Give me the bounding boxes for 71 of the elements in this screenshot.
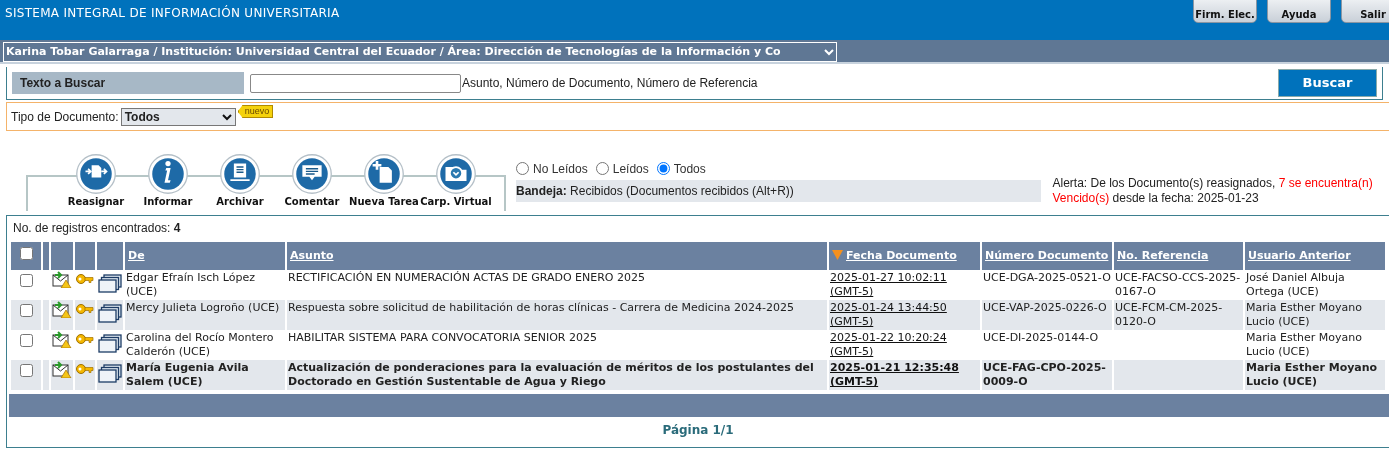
- key-icon[interactable]: [76, 303, 94, 315]
- row-checkbox[interactable]: [19, 334, 33, 347]
- search-button[interactable]: Buscar: [1278, 69, 1377, 97]
- table-cell: Edgar Efraín Isch López (UCE): [126, 271, 255, 298]
- toolbar-button[interactable]: Archivar: [204, 153, 276, 209]
- filter-radio[interactable]: [516, 162, 529, 175]
- toolbar-button[interactable]: Informar: [132, 153, 204, 209]
- mail-warning-icon[interactable]: [52, 301, 72, 318]
- windows-icon[interactable]: [98, 304, 122, 324]
- filter-label: Todos: [673, 160, 706, 178]
- table-cell: UCE-FAG-CPO-2025-0009-O: [983, 361, 1106, 388]
- chevron-down-icon: [221, 112, 232, 121]
- filter-radio[interactable]: [656, 162, 670, 175]
- table-cell: Maria Esther Moyano Lucio (UCE): [1246, 361, 1378, 388]
- context-select[interactable]: Karina Tobar Galarraga / Institución: Universidad Central del Ecuador / Área: Dirección de Tecnologías de la Información y Co: [3, 42, 837, 62]
- date-link[interactable]: 2025-01-27 10:02:11 (GMT-5): [830, 271, 979, 299]
- row-checkbox[interactable]: [19, 304, 33, 317]
- search-hint: Asunto, Número de Documento, Número de Referencia: [462, 75, 758, 92]
- row-checkbox[interactable]: [19, 364, 33, 377]
- table-cell: Actualización de ponderaciones para la evaluación de méritos de los postulantes del Doctorado en Gestión Sustentable de Agua y Riego: [288, 361, 814, 388]
- table-cell: UCE-FCM-CM-2025-0120-O: [1115, 301, 1223, 328]
- date-link[interactable]: 2025-01-21 12:35:48 (GMT-5): [830, 361, 979, 389]
- table-cell: UCE-DGA-2025-0521-O: [983, 271, 1111, 284]
- toolbar-button[interactable]: Nueva Tarea: [348, 153, 420, 209]
- table-cell: UCE-FACSO-CCS-2025-0167-O: [1115, 271, 1241, 298]
- table-cell: UCE-DI-2025-0144-O: [983, 331, 1099, 344]
- search-field[interactable]: [250, 73, 461, 93]
- header-button[interactable]: Firm. Elec.: [1193, 0, 1257, 23]
- mail-warning-icon[interactable]: [52, 331, 72, 348]
- date-link[interactable]: 2025-01-22 10:20:24 (GMT-5): [830, 331, 979, 359]
- new-badge: nuevo: [237, 105, 274, 118]
- toolbar-button[interactable]: Reasignar: [60, 153, 132, 209]
- key-icon[interactable]: [76, 273, 94, 285]
- toolbar-button[interactable]: Carp. Virtual: [420, 153, 492, 209]
- alert-message: Alerta: De los Documento(s) reasignados, 7 se encuentra(n) Vencido(s) desde la fecha: 2025-01-23: [1052, 176, 1374, 207]
- table-cell: Respuesta sobre solicitud de habilitación de horas clínicas - Carrera de Medicina 2024-2025: [288, 301, 795, 314]
- date-link[interactable]: 2025-01-24 13:44:50 (GMT-5): [830, 301, 979, 329]
- key-icon[interactable]: [76, 363, 94, 375]
- table-cell: Maria Esther Moyano Lucio (UCE): [1246, 301, 1362, 328]
- windows-icon[interactable]: [98, 364, 122, 384]
- table-cell: Mercy Julieta Logroño (UCE): [126, 301, 280, 314]
- table-cell: Maria Esther Moyano Lucio (UCE): [1246, 331, 1362, 358]
- column-header[interactable]: Asunto: [290, 248, 334, 262]
- filter-radio[interactable]: [595, 162, 609, 175]
- mail-warning-icon[interactable]: [52, 361, 72, 378]
- column-header[interactable]: De: [128, 248, 145, 262]
- app-title: SISTEMA INTEGRAL DE INFORMACIÓN UNIVERSITARIA: [5, 4, 340, 22]
- table-cell: Carolina del Rocío Montero Calderón (UCE): [126, 331, 274, 358]
- key-icon[interactable]: [76, 333, 94, 345]
- doc-type-select[interactable]: Todos: [120, 107, 236, 126]
- windows-icon[interactable]: [98, 274, 122, 294]
- filter-label: No Leídos: [533, 160, 588, 178]
- mail-warning-icon[interactable]: [52, 271, 72, 288]
- search-label: Texto a Buscar: [12, 72, 244, 94]
- table-cell: María Eugenia Avila Salem (UCE): [126, 361, 249, 388]
- doc-type-label: Tipo de Documento:: [11, 108, 119, 126]
- table-cell: HABILITAR SISTEMA PARA CONVOCATORIA SENIOR 2025: [288, 331, 597, 344]
- toolbar-button[interactable]: Comentar: [276, 153, 348, 209]
- row-checkbox[interactable]: [19, 274, 33, 287]
- record-count: No. de registros encontrados: 4: [12, 220, 182, 237]
- tray-label: Bandeja: Recibidos (Documentos recibidos (Alt+R)): [516, 180, 1041, 202]
- filter-label: Leídos: [612, 160, 649, 178]
- table-cell: José Daniel Albuja Ortega (UCE): [1246, 271, 1345, 298]
- table-cell: RECTIFICACIÓN EN NUMERACIÓN ACTAS DE GRADO ENERO 2025: [288, 271, 645, 284]
- pagination-label: Página 1/1: [661, 422, 735, 439]
- chevron-down-icon: [824, 48, 834, 56]
- select-all-checkbox[interactable]: [19, 246, 33, 260]
- header-button[interactable]: Ayuda: [1267, 0, 1331, 23]
- table-cell: UCE-VAP-2025-0226-O: [983, 301, 1107, 314]
- windows-icon[interactable]: [98, 334, 122, 354]
- header-button[interactable]: Salir: [1341, 0, 1389, 23]
